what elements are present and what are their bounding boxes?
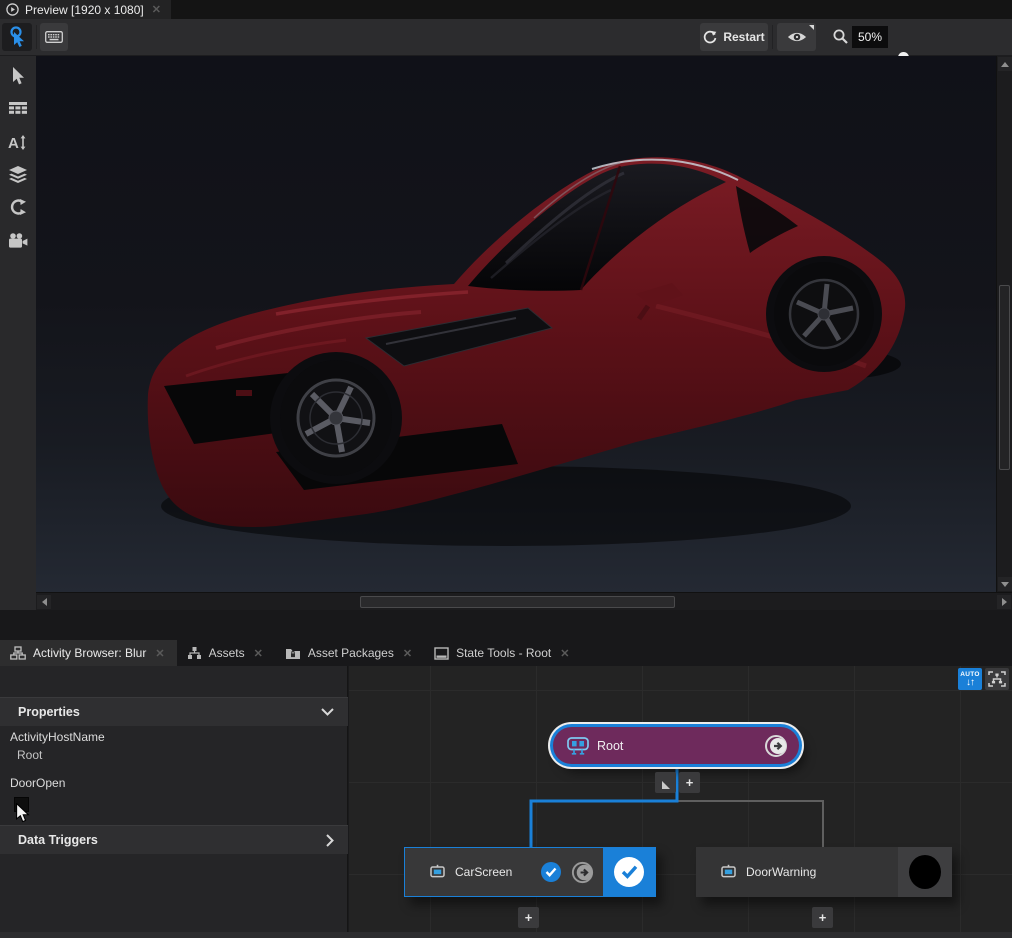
chevron-down-icon [321,708,334,716]
horizontal-scroll-thumb[interactable] [360,596,675,608]
status-bar [0,932,1012,938]
connections-tool-icon[interactable] [6,195,30,219]
car-render [36,56,996,592]
collapse-triangle-icon [662,781,670,789]
activity-host-name-label: ActivityHostName [10,730,105,744]
node-root[interactable]: Root [553,727,799,764]
node-car-screen-label: CarScreen [455,865,532,879]
dropdown-corner-icon [809,25,814,30]
svg-text:A: A [8,135,19,151]
tab-preview[interactable]: Preview [1920 x 1080] ✕ [0,0,171,19]
asset-packages-icon [285,646,301,660]
keyboard-icon [45,31,63,43]
node-door-warning-main: DoorWarning [696,847,898,897]
grid-tool-icon[interactable] [6,97,30,121]
tab-close-icon[interactable]: ✕ [153,647,166,660]
keyboard-input-button[interactable] [40,23,68,51]
node-car-screen-state-toggle[interactable] [603,848,655,896]
click-cursor-icon [7,26,27,48]
panel-gap [0,610,1012,640]
visibility-button[interactable] [777,23,816,51]
scroll-up-button[interactable] [998,57,1012,71]
add-child-door-warning-button[interactable]: + [812,907,833,928]
toolbar-separator [36,25,37,49]
screen-activity-icon [720,864,737,880]
node-car-screen-main: CarScreen [405,848,603,896]
tab-label: Asset Packages [308,646,394,660]
zoom-level-value[interactable]: 50% [852,26,888,48]
zoom-magnifier-icon [832,28,849,45]
toolbar-separator [772,25,773,49]
chevron-right-icon [326,834,334,847]
add-child-root-button[interactable]: + [679,772,700,793]
layers-tool-icon[interactable] [6,162,30,186]
properties-header-label: Properties [18,705,80,719]
active-check-icon [541,862,561,882]
left-tool-strip: A [0,56,36,610]
bottom-tab-strip: Activity Browser: Blur ✕ Assets ✕ Asset … [0,640,1012,666]
restart-button[interactable]: Restart [700,23,768,51]
rear-wheel [774,262,874,366]
properties-section-header[interactable]: Properties [0,697,348,726]
node-root-label: Root [597,739,763,753]
tab-label: State Tools - Root [456,646,551,660]
node-door-warning[interactable]: DoorWarning [696,847,952,897]
scroll-right-button[interactable] [997,595,1011,609]
preview-vertical-scrollbar[interactable] [996,56,1012,592]
camera-tool-icon[interactable] [6,228,30,252]
top-tab-strip: Preview [1920 x 1080] ✕ [0,0,1012,19]
eye-icon [787,30,807,44]
scroll-down-button[interactable] [998,577,1012,591]
preview-viewport[interactable] [36,56,996,592]
sync-icon[interactable] [570,860,595,885]
state-tools-icon [434,647,449,660]
activity-host-name-value[interactable]: Root [17,748,42,762]
state-check-icon [614,857,644,887]
tab-state-tools[interactable]: State Tools - Root ✕ [424,640,581,666]
properties-panel: Properties ActivityHostName Root DoorOpe… [0,666,348,932]
mouse-cursor [15,803,30,823]
select-tool-icon[interactable] [6,64,30,88]
activity-host-icon [567,737,589,755]
scroll-left-button[interactable] [37,595,51,609]
node-door-warning-label: DoorWarning [746,865,890,879]
tab-asset-packages[interactable]: Asset Packages ✕ [275,640,424,666]
preview-toolbar: Restart 50% [0,19,1012,56]
front-wheel [280,360,392,476]
data-triggers-section-header[interactable]: Data Triggers [0,825,348,854]
restart-label: Restart [723,30,764,44]
restart-icon [703,30,717,44]
inactive-state-icon [909,855,941,889]
tab-activity-browser[interactable]: Activity Browser: Blur ✕ [0,640,177,666]
node-car-screen[interactable]: CarScreen [404,847,656,897]
sync-icon[interactable] [763,733,789,759]
application-window: Preview [1920 x 1080] ✕ [0,0,1012,938]
tab-label: Assets [209,646,245,660]
text-tool-icon[interactable]: A [6,130,30,154]
node-door-warning-state-toggle[interactable] [898,847,952,897]
tab-close-icon[interactable]: ✕ [401,647,414,660]
tab-assets[interactable]: Assets ✕ [177,640,275,666]
play-circle-icon [6,3,19,16]
preview-horizontal-scrollbar[interactable] [36,592,1012,610]
tab-close-icon[interactable]: ✕ [558,647,571,660]
assets-icon [187,646,202,660]
screen-activity-icon [429,864,446,880]
tab-label: Activity Browser: Blur [33,646,146,660]
tab-close-icon[interactable]: ✕ [252,647,265,660]
add-child-car-screen-button[interactable]: + [518,907,539,928]
tab-preview-label: Preview [1920 x 1080] [25,3,144,17]
interact-mode-button[interactable] [2,23,32,51]
activity-graph-panel[interactable]: AUTO ↓↑ Root [349,666,1012,932]
activity-browser-icon [10,646,26,660]
data-triggers-header-label: Data Triggers [18,833,98,847]
vertical-scroll-thumb[interactable] [999,285,1010,470]
tab-preview-close-icon[interactable]: ✕ [150,3,163,16]
collapse-children-button[interactable] [655,772,676,793]
door-open-label: DoorOpen [10,776,65,790]
